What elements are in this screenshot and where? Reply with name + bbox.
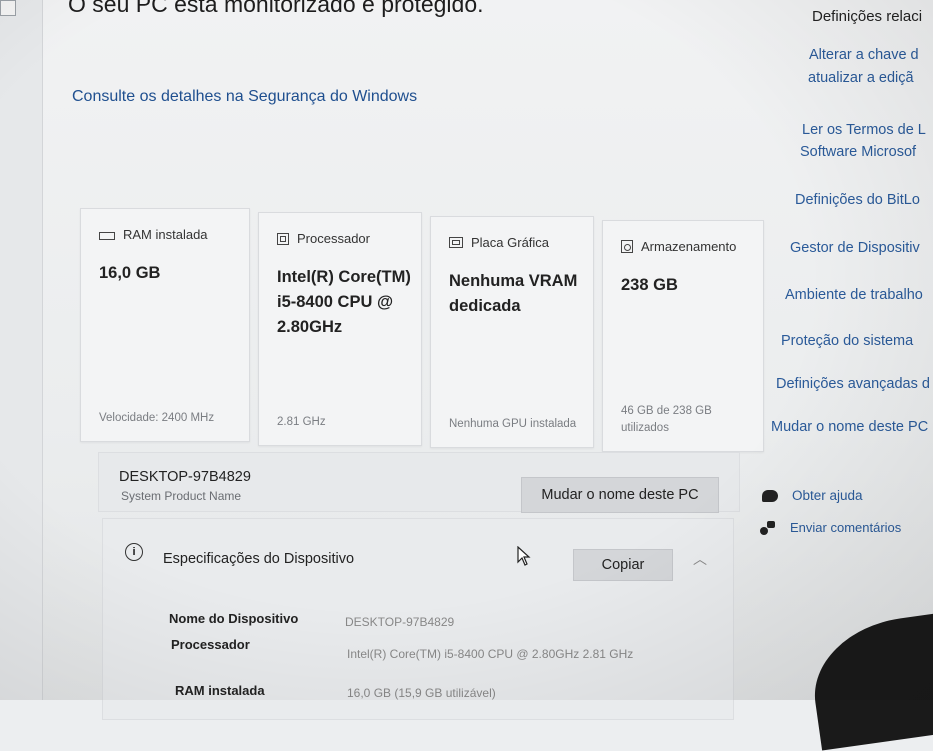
graphics-card: Placa Gráfica Nenhuma VRAM dedicada Nenh…: [430, 216, 594, 448]
help-chat-icon: [762, 489, 778, 502]
get-help-label: Obter ajuda: [792, 488, 863, 503]
ram-card: RAM instalada 16,0 GB Velocidade: 2400 M…: [80, 208, 250, 442]
settings-about-page: O seu PC está monitorizado e protegido. …: [0, 0, 933, 751]
storage-card-label: Armazenamento: [641, 239, 737, 254]
bitlocker-settings-link[interactable]: Definições do BitLo: [795, 189, 920, 211]
processor-value: Intel(R) Core(TM) i5-8400 CPU @ 2.80GHz: [277, 268, 411, 336]
spec-ram-value: 16,0 GB (15,9 GB utilizável): [347, 686, 496, 700]
ram-speed: Velocidade: 2400 MHz: [99, 412, 215, 424]
feedback-icon: [760, 520, 776, 535]
storage-usage: 46 GB de 238 GB utilizados: [621, 405, 712, 434]
graphics-card-label: Placa Gráfica: [471, 235, 550, 250]
system-protection-link[interactable]: Proteção do sistema: [781, 330, 913, 352]
storage-icon: [621, 240, 633, 253]
chevron-up-icon[interactable]: ︿: [693, 549, 707, 569]
ram-icon: [99, 232, 115, 240]
processor-card-label: Processador: [297, 231, 370, 246]
specifications-title[interactable]: Especificações do Dispositivo: [163, 551, 354, 567]
monitor-bezel: [805, 609, 933, 751]
device-name-panel: DESKTOP-97B4829 System Product Name Muda…: [98, 452, 740, 513]
copy-button[interactable]: Copiar: [573, 549, 673, 581]
send-feedback-link[interactable]: Enviar comentários: [760, 520, 901, 535]
graphics-card-icon: [449, 237, 463, 248]
storage-value: 238 GB: [621, 276, 678, 294]
info-icon: i: [125, 543, 143, 561]
spec-processor-label: Processador: [171, 637, 250, 652]
page-title: O seu PC está monitorizado e protegido.: [68, 0, 484, 17]
device-manager-link[interactable]: Gestor de Dispositiv: [790, 237, 920, 259]
ram-value: 16,0 GB: [99, 264, 161, 282]
get-help-link[interactable]: Obter ajuda: [762, 488, 863, 503]
rename-pc-link[interactable]: Mudar o nome deste PC: [771, 416, 928, 438]
spec-ram-label: RAM instalada: [175, 683, 265, 698]
ram-card-label: RAM instalada: [123, 227, 208, 242]
spec-device-name-value: DESKTOP-97B4829: [345, 615, 455, 629]
storage-card: Armazenamento 238 GB 46 GB de 238 GB uti…: [602, 220, 764, 452]
processor-speed: 2.81 GHz: [277, 416, 326, 428]
device-product-name: System Product Name: [121, 489, 242, 503]
device-name: DESKTOP-97B4829: [119, 469, 251, 485]
processor-icon: [277, 232, 289, 245]
license-terms-link-line2[interactable]: Software Microsof: [800, 141, 916, 163]
remote-desktop-link[interactable]: Ambiente de trabalho: [785, 284, 923, 306]
device-specifications-panel: i Especificações do Dispositivo Copiar ︿…: [102, 518, 734, 720]
advanced-settings-link[interactable]: Definições avançadas d: [776, 373, 930, 395]
graphics-value: Nenhuma VRAM dedicada: [449, 272, 578, 315]
rename-pc-button[interactable]: Mudar o nome deste PC: [521, 477, 719, 513]
security-details-link[interactable]: Consulte os detalhes na Segurança do Win…: [72, 88, 417, 106]
left-nav-strip: [0, 0, 43, 700]
upgrade-edition-link[interactable]: atualizar a ediçã: [808, 67, 914, 89]
window-corner-icon[interactable]: [0, 0, 16, 16]
processor-card: Processador Intel(R) Core(TM) i5-8400 CP…: [258, 212, 422, 446]
graphics-gpu-status: Nenhuma GPU instalada: [449, 418, 577, 430]
spec-device-name-label: Nome do Dispositivo: [169, 611, 299, 626]
send-feedback-label: Enviar comentários: [790, 520, 902, 535]
spec-processor-value: Intel(R) Core(TM) i5-8400 CPU @ 2.80GHz …: [347, 647, 634, 661]
change-product-key-link[interactable]: Alterar a chave d: [809, 44, 919, 66]
related-settings-heading: Definições relaci: [812, 8, 923, 25]
license-terms-link[interactable]: Ler os Termos de L: [802, 119, 926, 141]
